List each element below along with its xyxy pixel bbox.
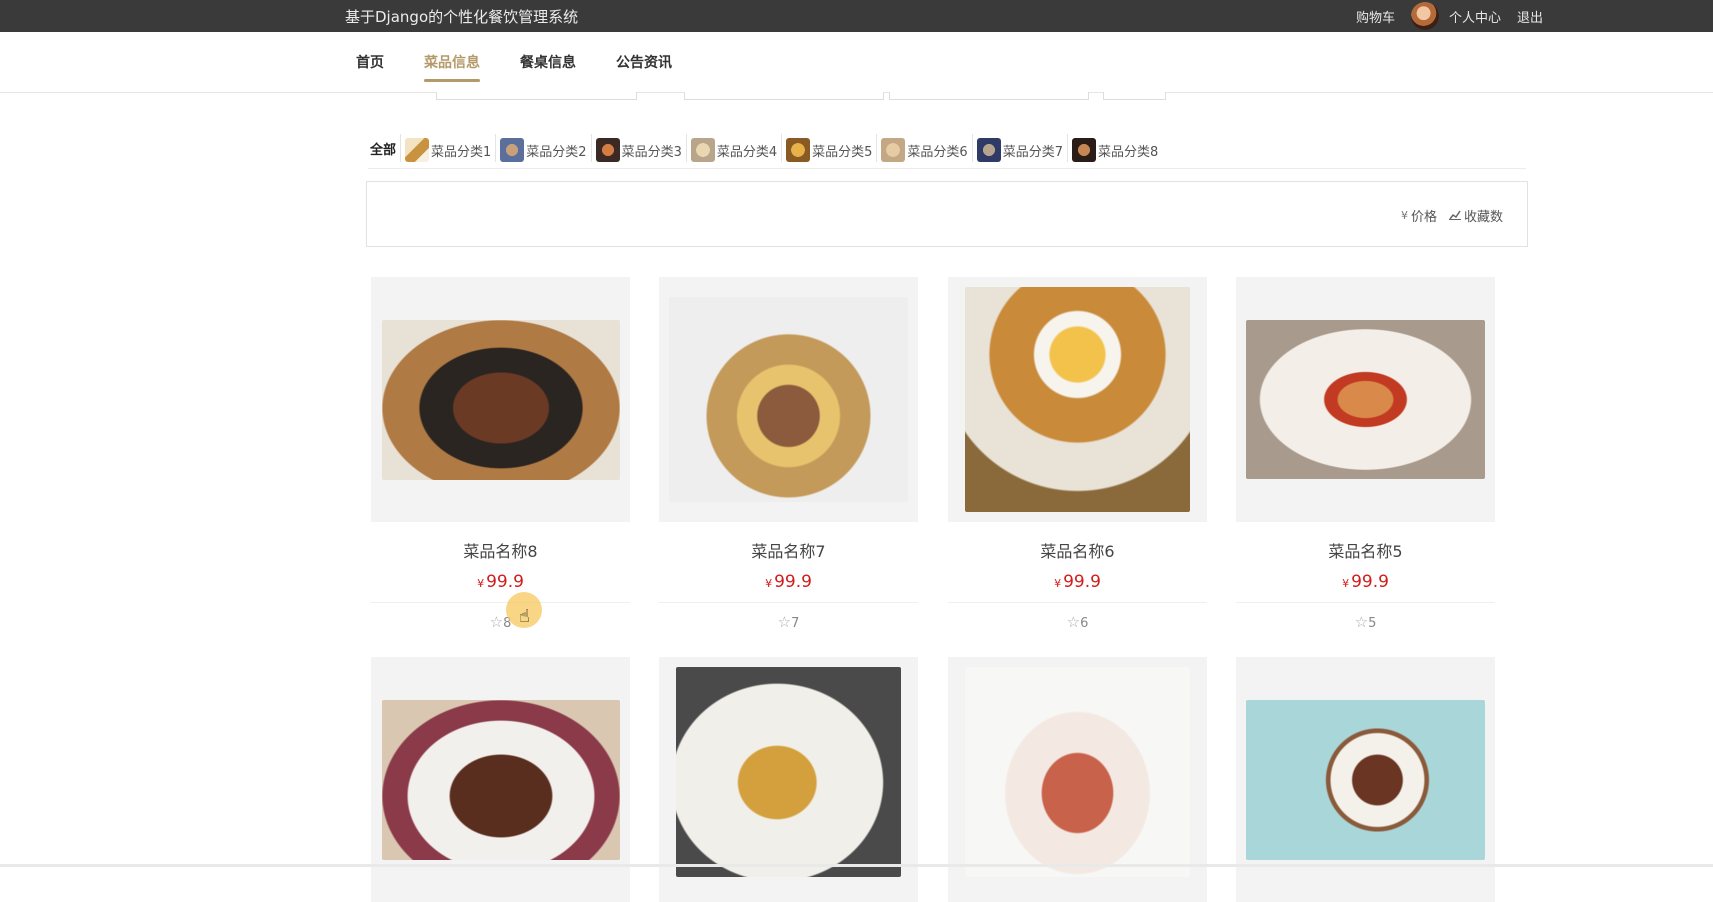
- sort-favorites-label: 收藏数: [1463, 210, 1503, 225]
- category-thumbnail: [690, 138, 715, 162]
- product-name: 菜品名称6: [1040, 542, 1115, 561]
- product-image: [371, 277, 630, 522]
- product-card[interactable]: 菜品名称6 ¥99.9 ☆6: [948, 277, 1207, 631]
- nav-item-home[interactable]: 首页: [356, 46, 384, 78]
- product-name: 菜品名称8: [463, 542, 538, 561]
- category-label: 菜品分类8: [1097, 145, 1159, 160]
- category-item[interactable]: 菜品分类8: [1066, 134, 1162, 162]
- favorite-count[interactable]: ☆8: [371, 602, 630, 631]
- food-photo: [381, 319, 620, 480]
- category-all[interactable]: 全部: [368, 139, 400, 158]
- mouse-cursor: ☝: [506, 592, 542, 628]
- yen-icon: ¥: [1400, 209, 1408, 222]
- nav-item-dishes[interactable]: 菜品信息: [424, 46, 480, 82]
- food-photo: [965, 287, 1190, 512]
- main-navbar: 首页 菜品信息 餐桌信息 公告资讯: [0, 32, 1713, 93]
- category-thumbnail: [786, 138, 811, 162]
- chart-icon: [1448, 209, 1461, 223]
- star-icon: ☆: [1066, 613, 1081, 631]
- product-image: [659, 277, 918, 522]
- star-icon: ☆: [1354, 613, 1369, 631]
- product-card[interactable]: 菜品名称8 ¥99.9 ☆8: [371, 277, 630, 631]
- product-image: [948, 277, 1207, 522]
- product-price: ¥99.9: [765, 572, 812, 592]
- hand-pointer-icon: ☝: [519, 606, 530, 627]
- search-button[interactable]: [1103, 92, 1166, 100]
- top-bar: 基于Django的个性化餐饮管理系统 购物车 个人中心 退出: [0, 0, 1713, 32]
- system-title: 基于Django的个性化餐饮管理系统: [345, 8, 579, 26]
- category-filter: 全部 菜品分类1 菜品分类2 菜品分类3 菜品分类4 菜品分类5 菜品分类6 菜…: [368, 128, 1526, 169]
- food-photo: [1246, 320, 1485, 479]
- product-price: ¥99.9: [1342, 572, 1389, 592]
- user-menu: 购物车 个人中心 退出: [1356, 0, 1543, 32]
- sort-bar: ¥ 价格 收藏数: [366, 181, 1528, 247]
- category-label: 菜品分类4: [716, 145, 778, 160]
- food-photo: [1246, 700, 1485, 860]
- category-label: 菜品分类6: [907, 145, 968, 160]
- category-item[interactable]: 菜品分类2: [495, 134, 590, 162]
- category-label: 菜品分类3: [621, 145, 682, 160]
- food-photo: [965, 667, 1190, 877]
- category-thumbnail: [976, 138, 1001, 162]
- category-item[interactable]: 菜品分类3: [590, 134, 686, 162]
- category-item[interactable]: 菜品分类1: [400, 134, 495, 162]
- search-form: [0, 92, 1713, 100]
- category-label: 菜品分类7: [1002, 145, 1063, 160]
- logout-link[interactable]: 退出: [1517, 7, 1543, 26]
- category-item[interactable]: 菜品分类7: [971, 134, 1067, 162]
- avatar[interactable]: [1410, 2, 1439, 30]
- category-thumbnail: [500, 138, 525, 162]
- product-image: [1236, 277, 1495, 522]
- product-name: 菜品名称7: [751, 542, 826, 561]
- category-thumbnail: [881, 138, 906, 162]
- sort-options: ¥ 价格 收藏数: [1401, 206, 1503, 225]
- product-card[interactable]: 菜品名称5 ¥99.9 ☆5: [1236, 277, 1495, 631]
- currency-symbol: ¥: [477, 577, 485, 590]
- nav-item-news[interactable]: 公告资讯: [616, 46, 672, 78]
- search-input[interactable]: [889, 92, 1089, 100]
- category-label: 菜品分类2: [526, 145, 587, 160]
- nav-item-tables[interactable]: 餐桌信息: [520, 46, 576, 78]
- food-photo: [676, 667, 901, 877]
- category-thumbnail: [405, 138, 430, 162]
- product-card[interactable]: 菜品名称7 ¥99.9 ☆7: [659, 277, 918, 631]
- category-thumbnail: [1071, 138, 1096, 162]
- currency-symbol: ¥: [1342, 577, 1350, 590]
- category-label: 菜品分类1: [431, 145, 492, 160]
- product-name: 菜品名称5: [1328, 542, 1403, 561]
- category-item[interactable]: 菜品分类4: [685, 134, 781, 162]
- search-input[interactable]: [684, 92, 884, 100]
- profile-link[interactable]: 个人中心: [1449, 7, 1501, 26]
- category-item[interactable]: 菜品分类5: [781, 134, 876, 162]
- sort-price-label: 价格: [1410, 210, 1437, 225]
- product-price: ¥99.9: [477, 572, 524, 592]
- currency-symbol: ¥: [1054, 577, 1062, 590]
- product-price: ¥99.9: [1054, 572, 1101, 592]
- category-item[interactable]: 菜品分类6: [876, 134, 971, 162]
- star-icon: ☆: [777, 613, 792, 631]
- star-icon: ☆: [489, 613, 504, 631]
- category-thumbnail: [595, 138, 620, 162]
- search-input[interactable]: [436, 92, 637, 100]
- food-photo: [381, 700, 620, 860]
- currency-symbol: ¥: [765, 577, 773, 590]
- favorite-count[interactable]: ☆7: [659, 602, 918, 631]
- food-photo: [669, 297, 908, 502]
- sort-by-price[interactable]: ¥ 价格: [1401, 206, 1437, 225]
- nav-menu: 首页 菜品信息 餐桌信息 公告资讯: [356, 32, 672, 92]
- cart-link[interactable]: 购物车: [1356, 7, 1395, 26]
- sort-by-favorites[interactable]: 收藏数: [1448, 206, 1503, 225]
- category-label: 菜品分类5: [812, 145, 873, 160]
- favorite-count[interactable]: ☆6: [948, 602, 1207, 631]
- favorite-count[interactable]: ☆5: [1236, 602, 1495, 631]
